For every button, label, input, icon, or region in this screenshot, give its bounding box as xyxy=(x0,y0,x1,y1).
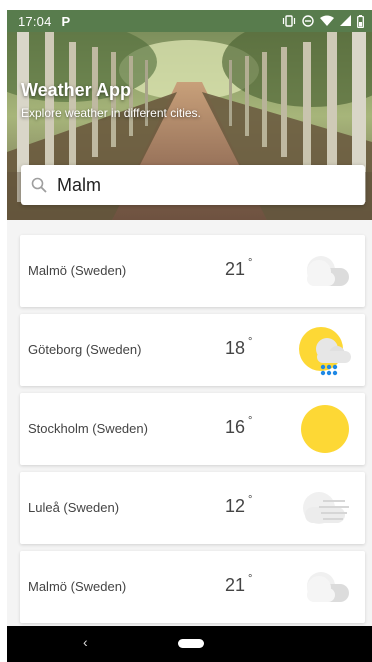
sun-rain-icon xyxy=(299,327,351,376)
temperature: 21 xyxy=(225,259,246,279)
app-title: Weather App xyxy=(21,80,132,100)
result-card-goteborg[interactable]: Göteborg (Sweden) 18 ° xyxy=(20,314,365,386)
signal-icon xyxy=(340,15,351,26)
app-subtitle: Explore weather in different cities. xyxy=(21,106,201,120)
degree-sign: ° xyxy=(248,573,253,585)
cloudy-icon xyxy=(307,572,349,602)
search-icon xyxy=(31,177,47,193)
city-name: Malmö (Sweden) xyxy=(28,263,127,278)
status-time: 17:04 xyxy=(18,13,52,29)
result-card-malmo-2[interactable]: Malmö (Sweden) 21 ° xyxy=(20,551,365,623)
city-name: Göteborg (Sweden) xyxy=(28,342,142,357)
search-box[interactable] xyxy=(21,165,365,205)
degree-sign: ° xyxy=(248,257,253,269)
degree-sign: ° xyxy=(248,494,253,506)
cloudy-icon xyxy=(307,256,349,286)
degree-sign: ° xyxy=(248,415,253,427)
status-bar: 17:04 P xyxy=(7,10,372,32)
back-button[interactable]: ‹ xyxy=(83,634,88,650)
windy-cloud-icon xyxy=(303,492,349,524)
temperature: 12 xyxy=(225,496,246,516)
city-name: Stockholm (Sweden) xyxy=(28,421,148,436)
city-name: Malmö (Sweden) xyxy=(28,579,127,594)
dnd-icon xyxy=(302,15,314,27)
result-card-lulea[interactable]: Luleå (Sweden) 12 ° xyxy=(20,472,365,544)
wifi-icon xyxy=(320,15,334,26)
temperature: 16 xyxy=(225,417,246,437)
result-card-malmo[interactable]: Malmö (Sweden) 21 ° xyxy=(20,235,365,307)
temperature: 18 xyxy=(225,338,246,358)
navigation-bar: ‹ xyxy=(7,626,372,662)
result-card-stockholm[interactable]: Stockholm (Sweden) 16 ° xyxy=(20,393,365,465)
results-list: Malmö (Sweden) 21 ° Göteborg (Sweden) 18… xyxy=(20,235,365,630)
parking-app-icon: P xyxy=(61,13,71,29)
city-name: Luleå (Sweden) xyxy=(28,500,120,515)
status-icons xyxy=(282,14,364,28)
sunny-icon xyxy=(301,405,349,453)
battery-icon xyxy=(357,14,364,28)
search-input[interactable] xyxy=(57,174,337,196)
screen-margin-left xyxy=(0,0,7,662)
home-button[interactable] xyxy=(178,639,204,648)
phone-screen: 17:04 P Weather App Explore weather in d… xyxy=(7,10,372,662)
vibrate-icon xyxy=(282,15,296,27)
temperature: 21 xyxy=(225,575,246,595)
degree-sign: ° xyxy=(248,336,253,348)
